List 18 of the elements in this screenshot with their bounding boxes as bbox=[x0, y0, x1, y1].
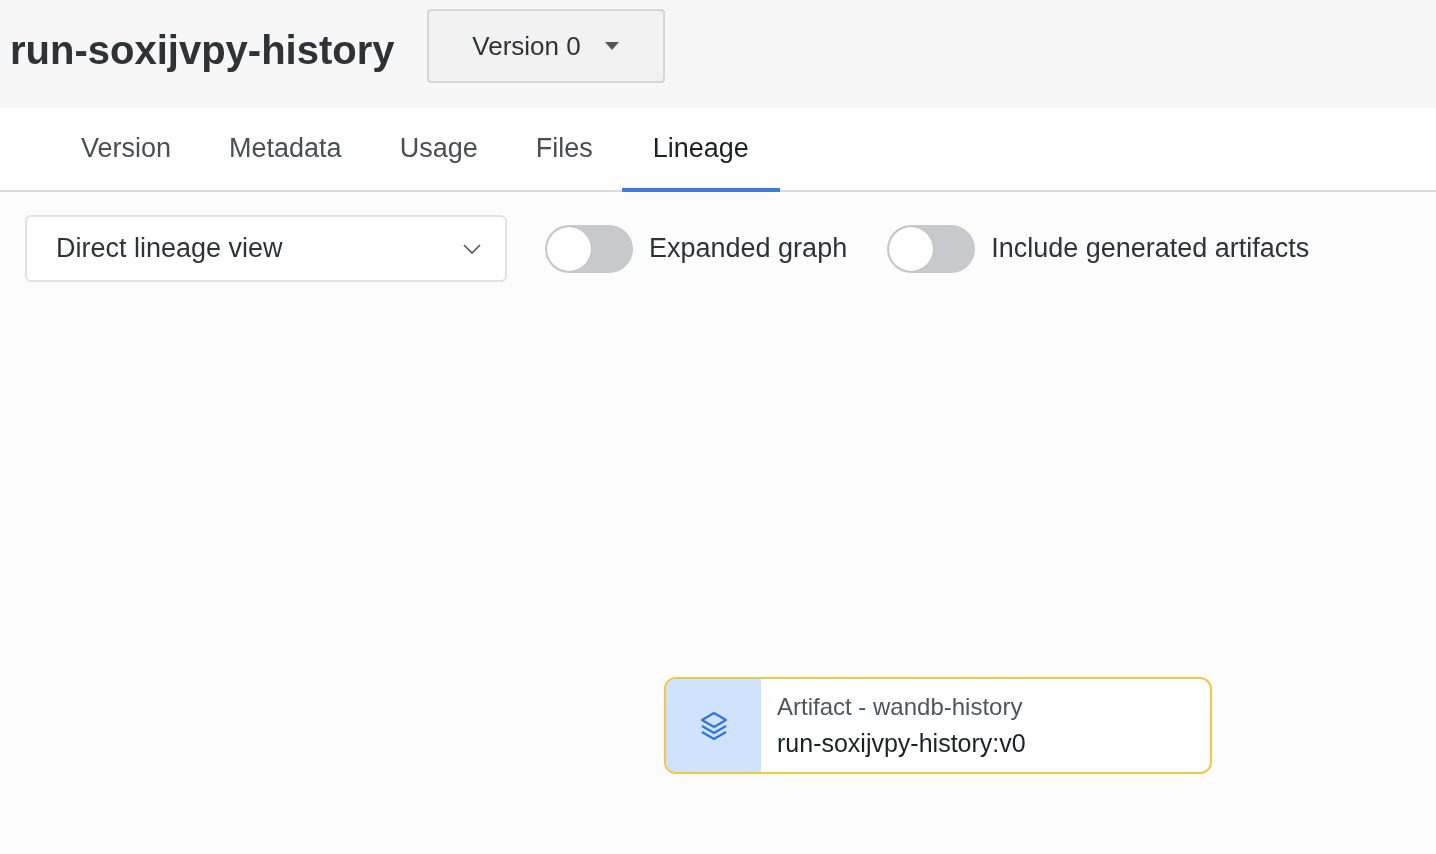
tab[interactable]: Files bbox=[506, 108, 622, 192]
artifact-node[interactable]: Artifact - wandb-history run-soxijvpy-history:v0 bbox=[664, 677, 1212, 774]
chevron-down-icon bbox=[463, 243, 481, 254]
toggle-label: Include generated artifacts bbox=[991, 233, 1310, 264]
toggle-switch[interactable] bbox=[887, 224, 976, 273]
tab[interactable]: Usage bbox=[370, 108, 507, 192]
caret-icon bbox=[604, 42, 619, 50]
tab[interactable]: Version bbox=[52, 108, 201, 192]
layers-icon bbox=[699, 710, 728, 741]
view-dropdown[interactable]: Direct lineage view bbox=[25, 215, 507, 282]
tab[interactable]: Metadata bbox=[200, 108, 371, 192]
node-name: run-soxijvpy-history:v0 bbox=[777, 729, 1026, 758]
version-dropdown[interactable]: Version 0 bbox=[426, 9, 665, 83]
page-title: run-soxijvpy-history bbox=[10, 27, 395, 74]
tab[interactable]: Lineage bbox=[621, 108, 780, 192]
toggle-label: Expanded graph bbox=[649, 233, 848, 264]
node-type-label: Artifact - wandb-history bbox=[777, 693, 1024, 721]
toggle-switch[interactable] bbox=[545, 224, 633, 273]
